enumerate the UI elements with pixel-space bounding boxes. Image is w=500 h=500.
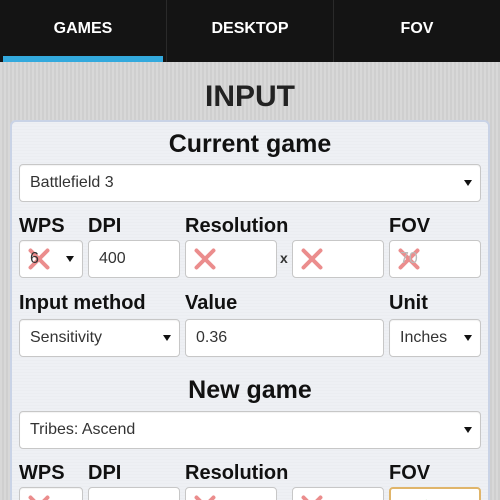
current-game-select[interactable]: Battlefield 3 [19, 164, 481, 202]
unit-value: Inches [400, 329, 448, 346]
page-title: INPUT [205, 80, 295, 113]
chevron-down-icon [464, 180, 472, 186]
new-fov-field[interactable] [389, 487, 481, 500]
tab-fov[interactable]: FOV [334, 0, 500, 62]
current-wps-select[interactable]: 6 [19, 240, 83, 278]
input-method-label: Input method [19, 292, 146, 314]
new-res-y-field[interactable] [292, 487, 384, 500]
sensitivity-value: 0.36 [196, 329, 228, 346]
new-dpi-label: DPI [88, 462, 122, 484]
chevron-down-icon [163, 335, 171, 341]
current-game-title: Current game [168, 130, 332, 158]
resolution-label: Resolution [185, 215, 289, 237]
new-resolution-label: Resolution [185, 462, 289, 484]
current-res-x-field[interactable] [185, 240, 277, 278]
invalid-x-icon [190, 244, 220, 274]
input-method-select[interactable]: Sensitivity [19, 319, 180, 357]
check-icon [404, 493, 430, 500]
invalid-x-icon [24, 244, 54, 274]
new-fov-label: FOV [389, 462, 431, 484]
new-game-select[interactable]: Tribes: Ascend [19, 411, 481, 449]
input-method-value: Sensitivity [30, 329, 103, 346]
wps-label: WPS [19, 215, 65, 237]
current-dpi-field[interactable]: 400 [88, 240, 180, 278]
dpi-label: DPI [88, 215, 122, 237]
resolution-separator: x [280, 250, 288, 266]
invalid-x-icon [297, 491, 327, 500]
value-label: Value [185, 292, 238, 314]
new-wps-select[interactable] [19, 487, 83, 500]
chevron-down-icon [66, 256, 74, 262]
chevron-down-icon [464, 335, 472, 341]
current-fov-field[interactable]: 70 [389, 240, 481, 278]
fov-label: FOV [389, 215, 431, 237]
new-game-value: Tribes: Ascend [30, 421, 136, 438]
new-game-title: New game [188, 376, 312, 404]
tab-bar: GAMES DESKTOP FOV [0, 0, 500, 62]
invalid-x-icon [24, 491, 54, 500]
invalid-x-icon [297, 244, 327, 274]
invalid-x-icon [190, 491, 220, 500]
chevron-down-icon [464, 427, 472, 433]
tab-games[interactable]: GAMES [0, 0, 167, 62]
current-game-value: Battlefield 3 [30, 174, 114, 191]
new-res-x-field[interactable] [185, 487, 277, 500]
tab-desktop[interactable]: DESKTOP [167, 0, 334, 62]
current-fov-placeholder: 70 [400, 250, 418, 267]
new-wps-label: WPS [19, 462, 65, 484]
unit-select[interactable]: Inches [389, 319, 481, 357]
current-res-y-field[interactable] [292, 240, 384, 278]
input-panel: Current game Battlefield 3 WPS DPI Resol… [10, 120, 490, 500]
current-dpi-value: 400 [99, 250, 126, 267]
unit-label: Unit [389, 292, 428, 314]
current-wps-value: 6 [30, 250, 39, 267]
sensitivity-value-field[interactable]: 0.36 [185, 319, 384, 357]
new-dpi-field[interactable] [88, 487, 180, 500]
